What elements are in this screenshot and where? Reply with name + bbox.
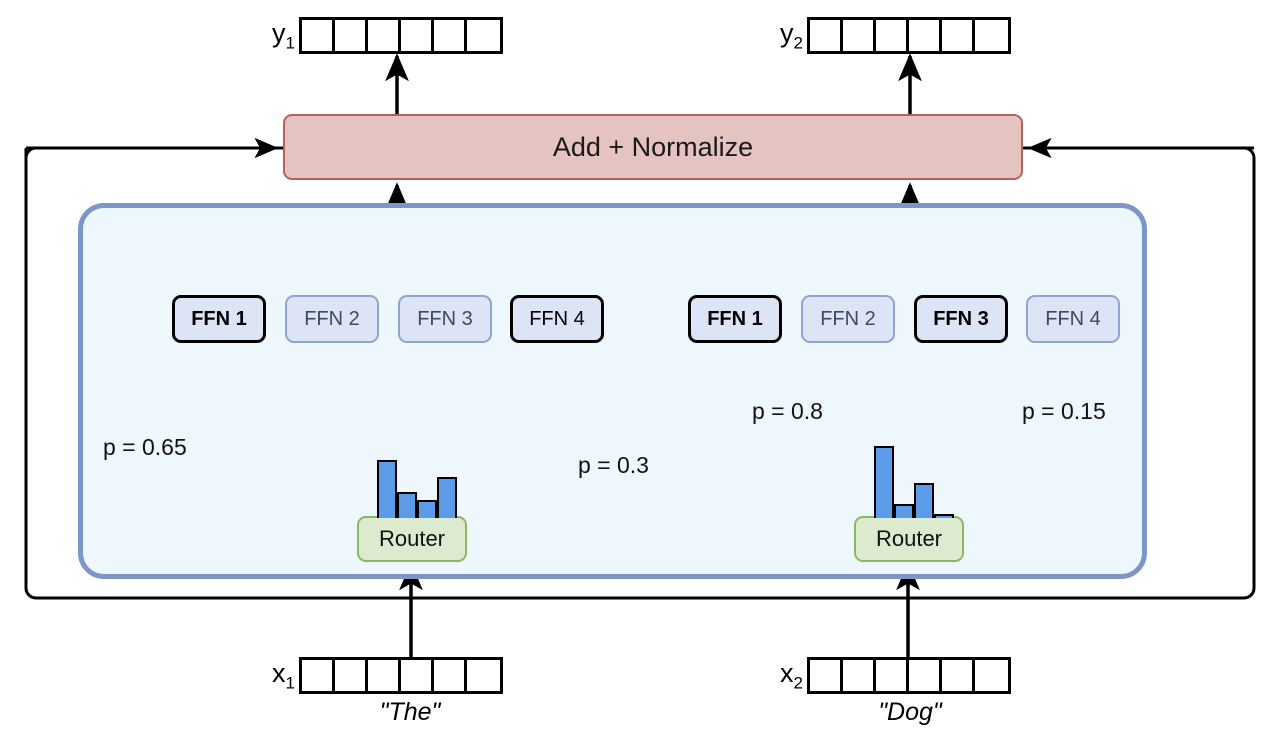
moe-layer-container	[78, 203, 1147, 579]
router-histogram-2	[874, 430, 954, 518]
histogram-bar	[417, 500, 437, 518]
input-token-2-text: "Dog"	[878, 698, 942, 726]
expert-ffn-2-group-1[interactable]: FFN 2	[285, 295, 379, 343]
expert-ffn-3-group-2[interactable]: FFN 3	[914, 295, 1008, 343]
router-group-1[interactable]: Router	[357, 516, 467, 562]
output-vector-1: y1	[272, 17, 503, 54]
histogram-bar	[914, 483, 934, 518]
histogram-bar	[437, 477, 457, 518]
histogram-bar	[377, 460, 397, 518]
output-vector-1-cells	[298, 17, 503, 54]
input-vector-2-cells	[806, 657, 1011, 694]
input-vector-1-label: x1	[272, 657, 295, 693]
input-vector-1-cells	[298, 657, 503, 694]
router-group-2[interactable]: Router	[854, 516, 964, 562]
gate-prob-label-2a: p = 0.8	[752, 398, 823, 424]
output-vector-2-label: y2	[780, 17, 803, 53]
input-vector-2-label: x2	[780, 657, 803, 693]
expert-ffn-4-group-2[interactable]: FFN 4	[1026, 295, 1120, 343]
router-histogram-1	[377, 430, 457, 518]
histogram-bar	[397, 492, 417, 518]
output-vector-2: y2	[780, 17, 1011, 54]
histogram-bar	[894, 504, 914, 518]
input-token-1-text: "The"	[379, 698, 441, 726]
expert-ffn-4-group-1[interactable]: FFN 4	[510, 295, 604, 343]
gate-prob-label-1b: p = 0.3	[578, 452, 649, 478]
histogram-bar	[934, 514, 954, 518]
gate-prob-label-1a: p = 0.65	[103, 434, 187, 460]
expert-ffn-1-group-1[interactable]: FFN 1	[172, 295, 266, 343]
expert-ffn-2-group-2[interactable]: FFN 2	[801, 295, 895, 343]
input-vector-1: x1	[272, 657, 503, 694]
output-vector-1-label: y1	[272, 17, 295, 53]
expert-ffn-3-group-1[interactable]: FFN 3	[398, 295, 492, 343]
expert-ffn-1-group-2[interactable]: FFN 1	[688, 295, 782, 343]
histogram-bar	[874, 446, 894, 518]
output-vector-2-cells	[806, 17, 1011, 54]
diagram-canvas: Add + Normalize y1 y2 x1 "The" x2 "Dog" …	[0, 0, 1280, 750]
input-vector-2: x2	[780, 657, 1011, 694]
add-normalize-block[interactable]: Add + Normalize	[283, 114, 1023, 180]
gate-prob-label-2b: p = 0.15	[1022, 398, 1106, 424]
